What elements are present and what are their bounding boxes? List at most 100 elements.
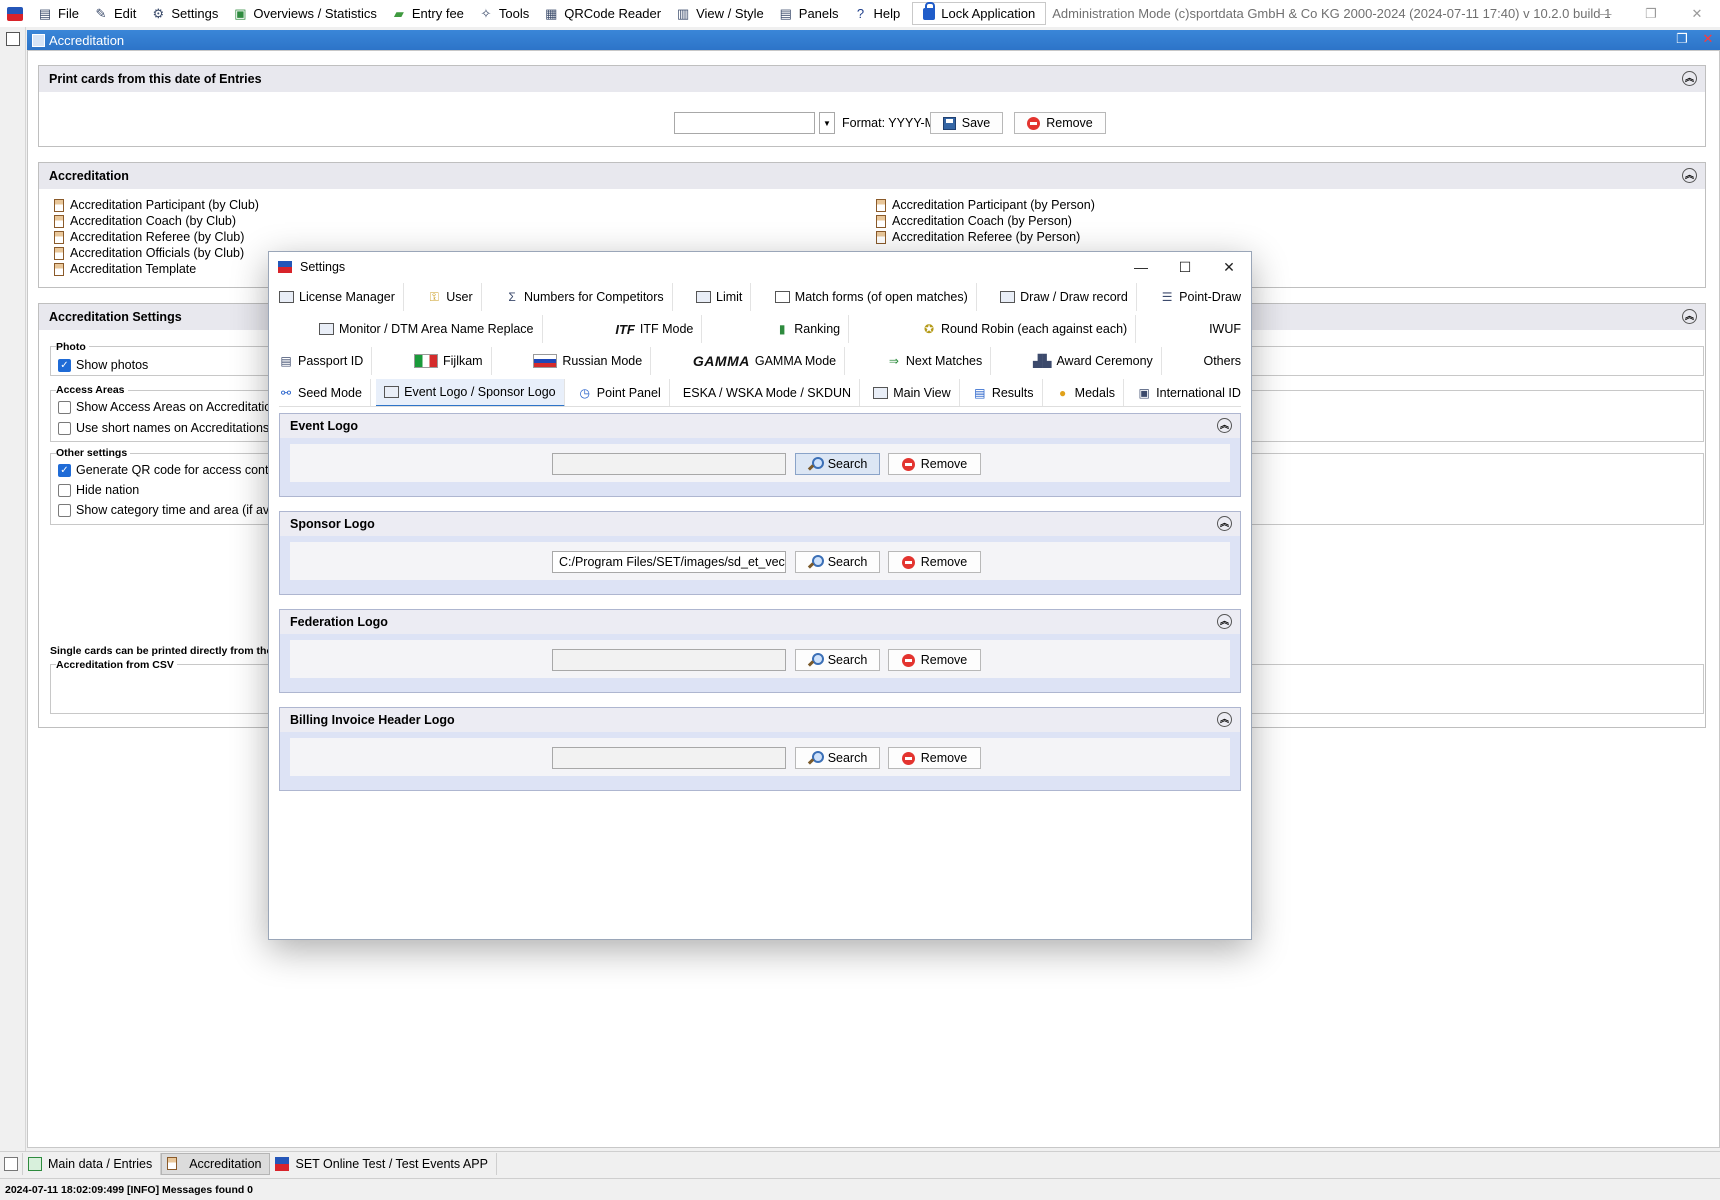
image-icon: [384, 386, 400, 398]
close-icon[interactable]: ✕: [1207, 252, 1251, 282]
tab-accreditation[interactable]: Accreditation: [161, 1152, 271, 1175]
tab-international-id[interactable]: ▣ International ID: [1129, 379, 1249, 407]
menu-tools[interactable]: ✧ Tools: [472, 0, 537, 27]
remove-date-button[interactable]: Remove: [1014, 112, 1106, 134]
tab-results[interactable]: ▤ Results: [965, 379, 1043, 407]
event-logo-path-input[interactable]: [552, 453, 786, 475]
tab-fijlkam[interactable]: Fijlkam: [406, 347, 492, 375]
menu-overviews-statistics[interactable]: ▣ Overviews / Statistics: [226, 0, 385, 27]
tab-russian-mode[interactable]: Russian Mode: [525, 347, 652, 375]
tab-others[interactable]: Others: [1195, 347, 1249, 375]
tab-itf-mode[interactable]: ITF ITF Mode: [607, 315, 703, 343]
menu-edit[interactable]: ✎ Edit: [87, 0, 144, 27]
event-logo-remove-button[interactable]: Remove: [888, 453, 981, 475]
tab-point-panel[interactable]: ◷ Point Panel: [570, 379, 670, 407]
billing-invoice-logo-path-input[interactable]: [552, 747, 786, 769]
list-item[interactable]: Accreditation Coach (by Person): [876, 213, 1095, 229]
tab-round-robin[interactable]: ✪ Round Robin (each against each): [914, 315, 1137, 343]
chevron-down-icon[interactable]: ▼: [819, 112, 835, 134]
tab-license-manager[interactable]: License Manager: [271, 283, 404, 311]
menu-settings[interactable]: ⚙ Settings: [144, 0, 226, 27]
settings-tab-row-3: ▤ Passport ID Fijlkam Russian Mode GAMMA G…: [271, 346, 1249, 376]
collapse-icon[interactable]: ︽: [1682, 309, 1697, 324]
short-names-checkbox[interactable]: Use short names on Accreditations: [58, 421, 269, 435]
undock-icon[interactable]: ❐: [1674, 31, 1690, 47]
list-item[interactable]: Accreditation Coach (by Club): [54, 213, 259, 229]
gear-icon: ⚙: [152, 5, 165, 21]
tab-iwuf[interactable]: IWUF: [1201, 315, 1249, 343]
tab-eska-wska[interactable]: ESKA / WSKA Mode / SKDUN: [675, 379, 861, 407]
remove-icon: [901, 555, 915, 569]
list-item[interactable]: Accreditation Participant (by Person): [876, 197, 1095, 213]
billing-invoice-logo-search-button[interactable]: Search: [795, 747, 880, 769]
tab-point-draw[interactable]: ☰ Point-Draw: [1152, 283, 1249, 311]
limit-icon: [696, 291, 712, 303]
lock-application-button[interactable]: Lock Application: [912, 1, 1047, 25]
collapse-icon[interactable]: ︽: [1217, 516, 1232, 531]
collapse-icon[interactable]: ︽: [1682, 168, 1697, 183]
federation-logo-path-input[interactable]: [552, 649, 786, 671]
windows-list-icon[interactable]: [0, 1152, 23, 1175]
category-time-checkbox[interactable]: Show category time and area (if avail: [58, 503, 282, 517]
windows-icon[interactable]: [6, 32, 20, 46]
collapse-icon[interactable]: ︽: [1682, 71, 1697, 86]
tab-main-data-entries[interactable]: Main data / Entries: [23, 1152, 162, 1175]
show-photos-checkbox[interactable]: ✓ Show photos: [58, 358, 148, 372]
sponsor-logo-search-button[interactable]: Search: [795, 551, 880, 573]
list-item[interactable]: Accreditation Referee (by Club): [54, 229, 259, 245]
main-view-icon: [873, 387, 889, 399]
tab-seed-mode[interactable]: ⚯ Seed Mode: [271, 379, 371, 407]
menu-file[interactable]: ▤ File: [31, 0, 87, 27]
list-item[interactable]: Accreditation Template: [54, 261, 259, 277]
tab-numbers-for-competitors[interactable]: Σ Numbers for Competitors: [497, 283, 673, 311]
federation-logo-search-button[interactable]: Search: [795, 649, 880, 671]
event-logo-search-button[interactable]: Search: [795, 453, 880, 475]
menu-help[interactable]: ? Help: [847, 0, 909, 27]
tab-user[interactable]: ⚿ User: [419, 283, 482, 311]
collapse-icon[interactable]: ︽: [1217, 418, 1232, 433]
billing-invoice-logo-remove-button[interactable]: Remove: [888, 747, 981, 769]
restore-icon[interactable]: ❐: [1628, 0, 1674, 27]
maximize-icon[interactable]: ☐: [1163, 252, 1207, 282]
federation-logo-remove-button[interactable]: Remove: [888, 649, 981, 671]
menu-qrcode-reader[interactable]: ▦ QRCode Reader: [537, 0, 669, 27]
close-icon[interactable]: ✕: [1674, 0, 1720, 27]
minimize-icon[interactable]: —: [1582, 0, 1628, 27]
show-access-areas-checkbox[interactable]: Show Access Areas on Accreditations: [58, 400, 284, 414]
list-item[interactable]: Accreditation Officials (by Club): [54, 245, 259, 261]
menu-panels[interactable]: ▤ Panels: [772, 0, 847, 27]
minimize-icon[interactable]: —: [1119, 252, 1163, 282]
tab-set-online-test[interactable]: SET Online Test / Test Events APP: [270, 1152, 497, 1175]
tab-ranking[interactable]: ▮ Ranking: [767, 315, 850, 343]
menu-view-style[interactable]: ▥ View / Style: [669, 0, 772, 27]
list-item[interactable]: Accreditation Participant (by Club): [54, 197, 259, 213]
save-button[interactable]: Save: [930, 112, 1003, 134]
collapse-icon[interactable]: ︽: [1217, 614, 1232, 629]
tab-match-forms[interactable]: Match forms (of open matches): [767, 283, 977, 311]
tab-main-view[interactable]: Main View: [865, 379, 960, 407]
tab-draw-record[interactable]: Draw / Draw record: [992, 283, 1137, 311]
close-window-icon[interactable]: ✕: [1700, 31, 1716, 47]
tab-gamma-mode[interactable]: GAMMA GAMMA Mode: [685, 347, 846, 375]
tab-limit[interactable]: Limit: [688, 283, 752, 311]
tab-event-logo-sponsor-logo[interactable]: Event Logo / Sponsor Logo: [376, 379, 565, 407]
tab-medals[interactable]: ● Medals: [1048, 379, 1124, 407]
save-icon: [942, 116, 956, 130]
tab-passport-id[interactable]: ▤ Passport ID: [271, 347, 373, 375]
qr-code-checkbox[interactable]: ✓ Generate QR code for access control: [58, 463, 282, 477]
tab-next-matches[interactable]: ⇒ Next Matches: [879, 347, 992, 375]
collapse-icon[interactable]: ︽: [1217, 712, 1232, 727]
clock-icon: ◷: [579, 386, 591, 400]
hide-nation-checkbox[interactable]: Hide nation: [58, 483, 139, 497]
sponsor-logo-path-input[interactable]: C:/Program Files/SET/images/sd_et_vecto: [552, 551, 786, 573]
tab-award-ceremony[interactable]: ▟▙ Award Ceremony: [1025, 347, 1162, 375]
billing-invoice-logo-header: Billing Invoice Header Logo ︽: [280, 708, 1240, 732]
list-item[interactable]: Accreditation Referee (by Person): [876, 229, 1095, 245]
remove-icon: [901, 751, 915, 765]
qrcode-icon: ▦: [545, 5, 558, 21]
tab-monitor-dtm[interactable]: Monitor / DTM Area Name Replace: [311, 315, 543, 343]
sponsor-logo-remove-button[interactable]: Remove: [888, 551, 981, 573]
admin-mode-info: Administration Mode (c)sportdata GmbH & …: [1052, 6, 1611, 21]
date-input[interactable]: [674, 112, 815, 134]
menu-entry-fee[interactable]: ▰ Entry fee: [385, 0, 472, 27]
